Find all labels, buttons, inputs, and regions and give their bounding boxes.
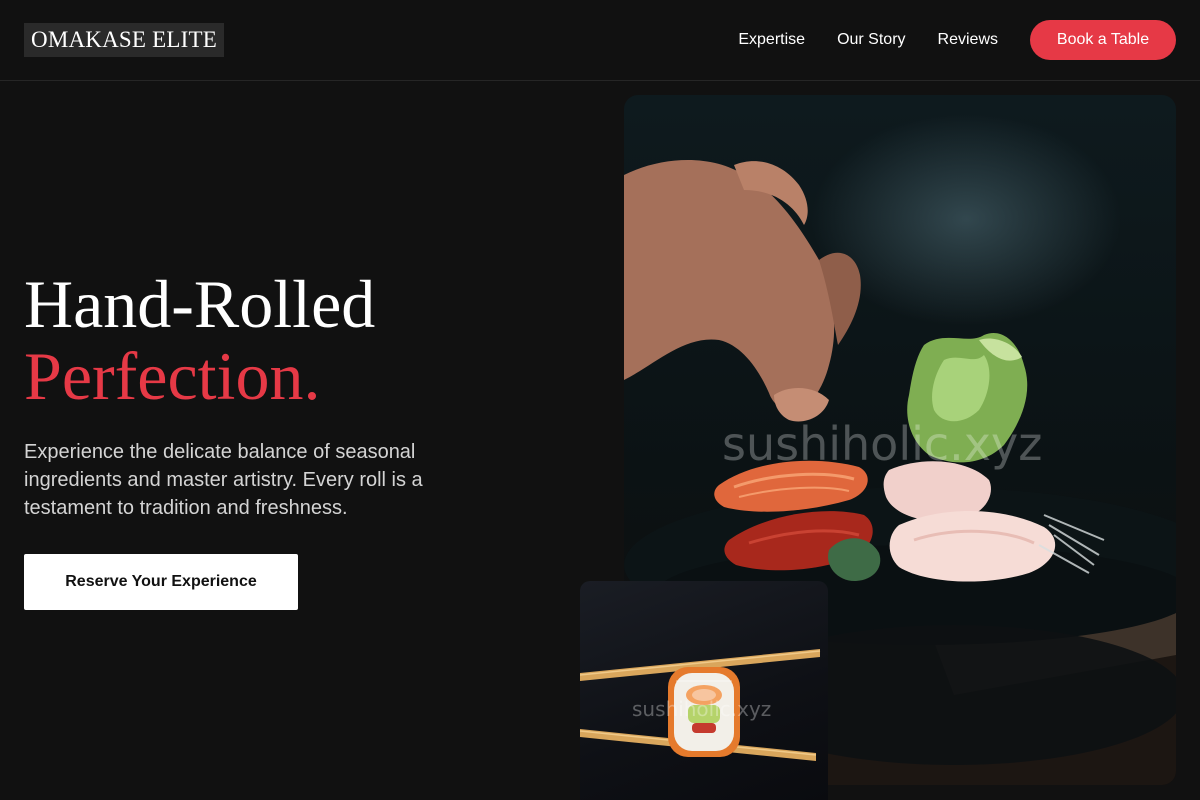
reserve-experience-button[interactable]: Reserve Your Experience — [24, 554, 298, 610]
hero-title: Hand-Rolled Perfection. — [24, 268, 375, 412]
nav-link-expertise[interactable]: Expertise — [738, 31, 805, 49]
image-watermark: sushiholic.xyz — [722, 417, 1043, 471]
sushi-roll-illustration — [580, 649, 821, 761]
hero-title-line1: Hand-Rolled — [24, 266, 376, 342]
nav-link-reviews[interactable]: Reviews — [938, 31, 998, 49]
book-table-button[interactable]: Book a Table — [1030, 20, 1176, 60]
main-nav: Expertise Our Story Reviews Book a Table — [738, 20, 1176, 60]
sushi-roll-image: sushiholic.xyz — [580, 581, 828, 800]
site-header: OMAKASE ELITE Expertise Our Story Review… — [0, 0, 1200, 81]
logo[interactable]: OMAKASE ELITE — [24, 23, 224, 57]
nav-link-our-story[interactable]: Our Story — [837, 31, 905, 49]
hero-title-line2: Perfection. — [24, 338, 321, 414]
small-image-watermark: sushiholic.xyz — [632, 697, 772, 721]
hero-description: Experience the delicate balance of seaso… — [24, 441, 423, 519]
